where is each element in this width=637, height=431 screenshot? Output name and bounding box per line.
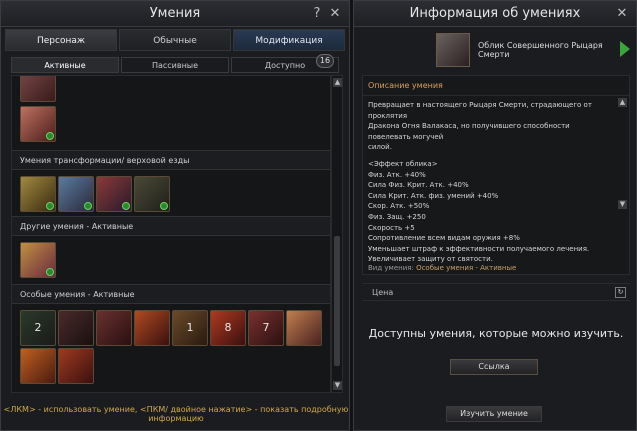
skill-icon[interactable]: [96, 310, 132, 346]
main-tabs: Персонаж Обычные Модификация: [5, 29, 345, 51]
description-line: <Эффект облика>: [368, 159, 438, 168]
scroll-down-icon[interactable]: ▼: [333, 381, 342, 390]
refresh-icon[interactable]: ↻: [615, 287, 626, 298]
skill-type: Вид умения: Особые умения - Активные: [368, 264, 516, 272]
skill-type-label: Вид умения:: [368, 264, 414, 272]
section-other: Другие умения - Активные: [12, 216, 330, 236]
skill-icon[interactable]: [20, 176, 56, 212]
sub-tabs: Активные Пассивные Доступно 16: [11, 54, 339, 73]
description-line: Скорость +5: [368, 223, 415, 232]
description-line: Сила Крит. Атк. физ. умений +40%: [368, 191, 499, 200]
skill-icon[interactable]: [58, 310, 94, 346]
section-special: Особые умения - Активные: [12, 284, 330, 304]
skill-icon[interactable]: 2: [20, 310, 56, 346]
learn-skill-button[interactable]: Изучить умение: [446, 406, 542, 422]
status-dot: [46, 132, 54, 140]
desc-scroll-up-icon[interactable]: ▲: [618, 98, 627, 107]
description-line: Дракона Огня Валакаса, но получившего сп…: [368, 122, 570, 141]
tab-modification[interactable]: Модификация: [233, 29, 345, 51]
skill-icon[interactable]: [96, 176, 132, 212]
close-skills-button[interactable]: ✕: [327, 1, 343, 27]
skill-info-window: Информация об умениях ✕ Облик Совершенно…: [353, 0, 637, 431]
scroll-up-icon[interactable]: ▲: [333, 78, 342, 87]
description-line: Физ. Защ. +250: [368, 212, 426, 221]
skill-icon[interactable]: [20, 106, 56, 142]
skill-list: Умения трансформации/ верховой езды Друг…: [11, 75, 331, 393]
info-title: Информация об умениях: [409, 6, 581, 21]
tab-active[interactable]: Активные: [11, 57, 119, 73]
skill-icon[interactable]: [58, 176, 94, 212]
description-line: силой.: [368, 143, 392, 152]
close-info-button[interactable]: ✕: [614, 1, 630, 27]
description-line: Превращает в настоящего Рыцаря Смерти, с…: [368, 101, 592, 120]
description-line: Сопротивление всем видам оружия +8%: [368, 234, 520, 243]
tab-passive[interactable]: Пассивные: [121, 57, 229, 73]
price-label: Цена: [372, 288, 394, 297]
skill-icon[interactable]: 7: [248, 310, 284, 346]
scroll-thumb[interactable]: [334, 236, 340, 366]
info-titlebar: Информация об умениях ✕: [354, 1, 636, 27]
status-dot: [46, 202, 54, 210]
next-arrow-icon[interactable]: [620, 41, 630, 57]
skill-icon[interactable]: [58, 348, 94, 384]
description-line: Физ. Атк. +40%: [368, 170, 426, 179]
tab-available-label: Доступно: [264, 61, 306, 70]
skill-icon[interactable]: 1: [172, 310, 208, 346]
description-title: Описание умения: [363, 76, 629, 96]
status-dot: [160, 202, 168, 210]
skill-name: Облик Совершенного Рыцаря Смерти: [478, 41, 603, 59]
help-button[interactable]: ?: [309, 1, 325, 27]
skills-window: Умения ? ✕ Персонаж Обычные Модификация …: [0, 0, 350, 431]
tab-common[interactable]: Обычные: [119, 29, 231, 51]
skill-icon[interactable]: 8: [210, 310, 246, 346]
tab-available[interactable]: Доступно 16: [231, 54, 339, 73]
skill-description-panel: Описание умения Превращает в настоящего …: [362, 75, 630, 275]
description-line: Сила Физ. Крит. Атк. +40%: [368, 181, 469, 190]
skill-list-scrollbar[interactable]: ▲ ▼: [331, 75, 343, 393]
tab-character[interactable]: Персонаж: [5, 29, 117, 51]
available-skills-text: Доступны умения, которые можно изучить.: [368, 327, 624, 340]
skill-header: Облик Совершенного Рыцаря Смерти: [360, 31, 630, 69]
description-body: Превращает в настоящего Рыцаря Смерти, с…: [363, 96, 629, 265]
price-row: Цена ↻: [362, 283, 630, 301]
skill-icon[interactable]: [20, 348, 56, 384]
skills-titlebar: Умения ? ✕: [1, 1, 349, 27]
skill-icon[interactable]: [20, 76, 56, 102]
status-dot: [84, 202, 92, 210]
description-line: Уменьшает штраф к эффективности получаем…: [368, 244, 590, 253]
desc-scroll-down-icon[interactable]: ▼: [618, 200, 627, 209]
skill-type-value: Особые умения - Активные: [416, 264, 517, 272]
section-transformation: Умения трансформации/ верховой езды: [12, 150, 330, 170]
status-dot: [122, 202, 130, 210]
link-button[interactable]: Ссылка: [450, 359, 538, 375]
skill-icon[interactable]: [286, 310, 322, 346]
skill-icon[interactable]: [20, 242, 56, 278]
skill-portrait-icon: [436, 33, 470, 67]
skills-title: Умения: [149, 6, 201, 21]
available-count-badge: 16: [316, 54, 334, 68]
description-line: Скор. Атк. +50%: [368, 202, 430, 211]
controls-hint: <ЛКМ> - использовать умение, <ПКМ/ двойн…: [3, 405, 349, 423]
status-dot: [46, 268, 54, 276]
skill-icon[interactable]: [134, 310, 170, 346]
skill-icon[interactable]: [134, 176, 170, 212]
